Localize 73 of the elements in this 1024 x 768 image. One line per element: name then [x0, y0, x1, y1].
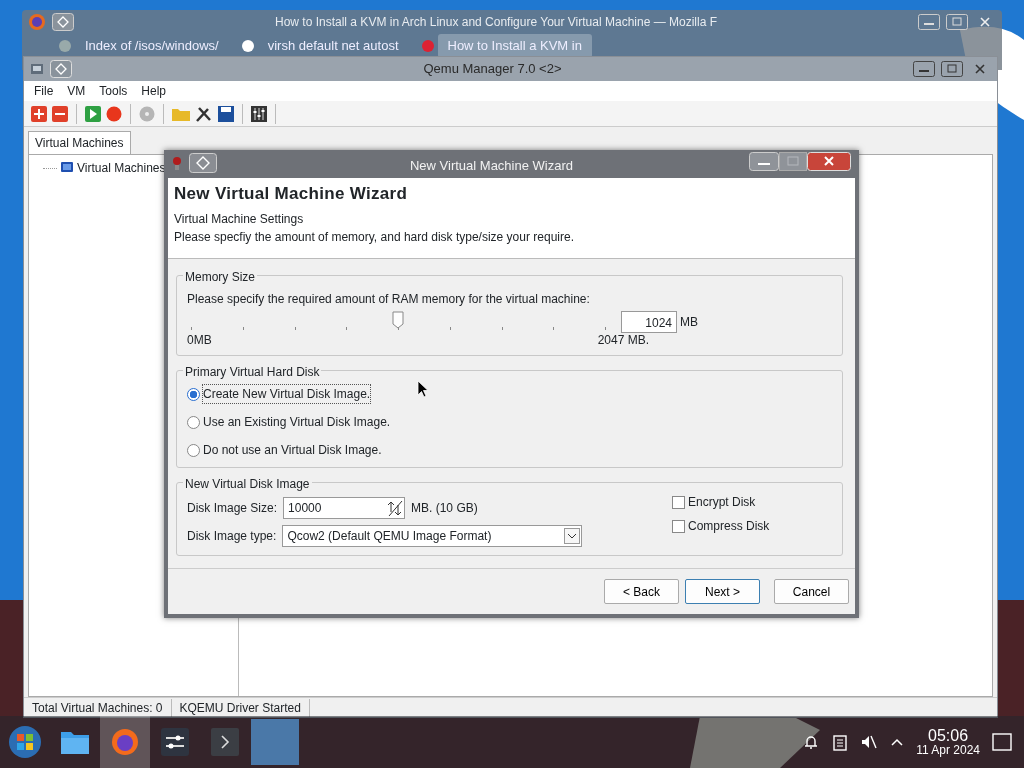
max-label: 2047 MB.	[597, 332, 649, 350]
min-label: 0MB	[187, 332, 212, 350]
window-title: Qemu Manager 7.0 <2>	[422, 60, 563, 79]
maximize-icon[interactable]	[941, 61, 963, 77]
next-button[interactable]: Next >	[685, 579, 760, 604]
cursor-icon	[417, 380, 429, 398]
muted-speaker-icon[interactable]	[860, 733, 879, 751]
size-note: MB. (10 GB)	[411, 500, 478, 518]
tab-icon	[240, 39, 255, 53]
type-dropdown[interactable]: Qcow2 (Default QEMU Image Format)	[282, 525, 583, 548]
tab-icon	[420, 39, 435, 53]
wizard-heading: New Virtual Machine Wizard	[174, 184, 409, 205]
pin-icon[interactable]	[189, 153, 217, 173]
clipboard-icon[interactable]	[832, 733, 849, 751]
clock-date[interactable]: 11 Apr 2024	[916, 744, 980, 758]
play-icon[interactable]	[84, 104, 102, 123]
cancel-button[interactable]: Cancel	[774, 579, 849, 604]
unit-label: MB	[680, 314, 698, 332]
option-label[interactable]: Use an Existing Virtual Disk Image.	[203, 413, 391, 432]
menu-item[interactable]: File	[27, 82, 61, 100]
record-icon[interactable]	[105, 104, 123, 123]
memory-field[interactable]: 1024	[621, 311, 677, 334]
add-icon[interactable]	[30, 104, 48, 123]
size-spinbox[interactable]: 10000	[283, 497, 406, 520]
window-title: How to Install a KVM in Arch Linux and Configure Your Virtual Machine — Mozilla F	[274, 14, 718, 31]
app-icon	[30, 62, 44, 76]
pin-icon[interactable]	[52, 13, 74, 31]
tab[interactable]: Virtual Machines	[28, 131, 131, 154]
caret-icon[interactable]	[890, 737, 905, 747]
status-text: Total Virtual Machines: 0	[24, 698, 172, 717]
pin-icon[interactable]	[50, 60, 72, 78]
option-label[interactable]: Create New Virtual Disk Image.	[203, 385, 371, 404]
sliders-icon[interactable]	[250, 104, 268, 123]
browser-tab[interactable]: Index of /isos/windows/	[75, 34, 229, 58]
browser-icon	[110, 727, 140, 757]
checkbox-label[interactable]: Encrypt Disk	[688, 493, 756, 512]
back-button[interactable]: < Back	[604, 579, 679, 604]
maximize-icon	[779, 152, 807, 171]
memory-prompt: Please specify the required amount of RAM memory for the virtual machine:	[187, 291, 591, 309]
wizard-description: Please specfiy the amount of memory, and hard disk type/size your require.	[174, 229, 575, 247]
status-text: KQEMU Driver Started	[171, 698, 310, 717]
radio-button[interactable]	[187, 415, 200, 429]
radio-button[interactable]	[187, 443, 200, 457]
menu-item[interactable]: Help	[134, 82, 174, 100]
clock-time[interactable]: 05:06	[916, 726, 980, 745]
minimize-icon[interactable]	[913, 61, 935, 77]
wizard-subheading: Virtual Machine Settings	[174, 211, 305, 229]
save-icon[interactable]	[217, 104, 235, 123]
slider-thumb[interactable]	[392, 311, 404, 330]
tree-item[interactable]: Virtual Machines	[77, 159, 166, 177]
show-desktop-icon[interactable]	[992, 733, 1012, 751]
browser-icon	[28, 13, 46, 31]
menu-item[interactable]: VM	[60, 82, 93, 100]
window-title: New Virtual Machine Wizard	[408, 157, 574, 175]
browser-tab[interactable]: virsh default net autost	[257, 34, 409, 58]
radio-button[interactable]	[187, 387, 200, 401]
checkbox[interactable]	[672, 495, 685, 509]
terminal-icon	[210, 727, 240, 757]
monitor-icon	[60, 161, 74, 175]
remove-icon[interactable]	[51, 104, 69, 123]
app-icon	[171, 155, 183, 171]
field-label: Disk Image type:	[187, 528, 277, 546]
close-icon[interactable]	[807, 152, 851, 171]
spin-arrows-icon[interactable]	[386, 499, 405, 518]
tab-icon	[58, 39, 72, 53]
checkbox[interactable]	[672, 519, 685, 533]
checkbox-label[interactable]: Compress Disk	[688, 517, 770, 536]
option-label[interactable]: Do not use an Virtual Disk Image.	[203, 441, 382, 460]
menu-item[interactable]: Tools	[92, 82, 135, 100]
sliders-icon	[160, 727, 190, 757]
start-icon[interactable]	[8, 725, 42, 759]
window-icon	[251, 719, 299, 765]
field-label: Disk Image Size:	[187, 500, 278, 518]
